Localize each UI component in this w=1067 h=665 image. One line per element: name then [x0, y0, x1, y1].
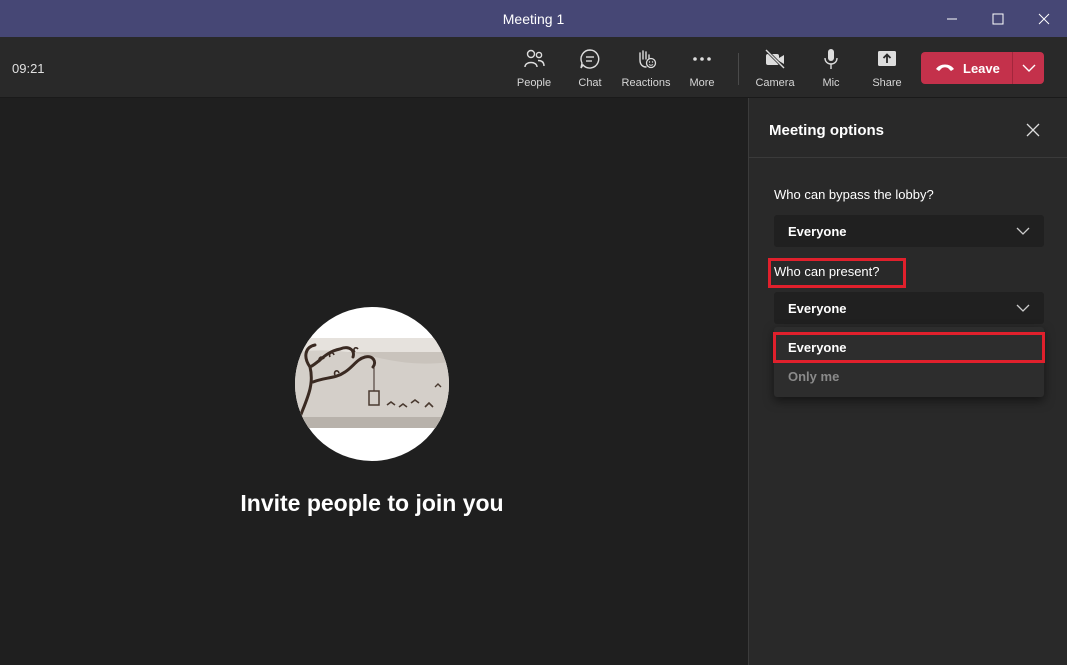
minimize-button[interactable] [929, 0, 975, 37]
meeting-timer: 09:21 [12, 61, 45, 76]
chevron-down-icon [1016, 304, 1030, 312]
leave-label: Leave [963, 60, 1000, 76]
leave-button-group: Leave [921, 52, 1044, 84]
camera-button[interactable]: Camera [747, 47, 803, 91]
window-title: Meeting 1 [502, 10, 565, 27]
reactions-icon [634, 47, 658, 71]
present-select[interactable]: Everyone [774, 292, 1044, 324]
invite-message: Invite people to join you [240, 490, 504, 516]
share-label: Share [872, 77, 902, 89]
people-icon [522, 47, 546, 71]
chat-icon [578, 47, 602, 71]
close-panel-button[interactable] [1023, 120, 1043, 140]
option-only-me[interactable]: Only me [788, 369, 839, 384]
more-button[interactable]: More [674, 47, 730, 91]
leave-options-button[interactable] [1013, 52, 1044, 84]
chat-button[interactable]: Chat [562, 47, 618, 91]
close-icon [1038, 13, 1050, 24]
chat-label: Chat [578, 77, 602, 89]
window-controls [929, 0, 1067, 37]
camera-off-icon [763, 47, 787, 71]
camera-label: Camera [755, 77, 795, 89]
close-icon [1026, 123, 1040, 137]
close-window-button[interactable] [1021, 0, 1067, 37]
maximize-icon [992, 13, 1004, 24]
chevron-down-icon [1016, 227, 1030, 235]
maximize-button[interactable] [975, 0, 1021, 37]
minimize-icon [947, 18, 957, 19]
phone-hangup-icon [936, 64, 954, 71]
mic-label: Mic [822, 77, 840, 89]
chevron-down-icon [1022, 64, 1035, 72]
reactions-button[interactable]: Reactions [618, 47, 674, 91]
panel-title: Meeting options [769, 122, 884, 139]
mic-icon [819, 47, 843, 71]
lobby-label: Who can bypass the lobby? [774, 187, 934, 202]
share-button[interactable]: Share [859, 47, 915, 91]
present-select-value: Everyone [788, 300, 847, 316]
option-everyone-highlight [773, 332, 1045, 363]
meeting-avatar-image [295, 307, 449, 461]
leave-button[interactable]: Leave [921, 52, 1012, 84]
share-icon [875, 47, 899, 71]
mic-button[interactable]: Mic [803, 47, 859, 91]
meeting-options-panel: Meeting options Who can bypass the lobby… [748, 98, 1067, 665]
people-label: People [516, 77, 552, 89]
title-bar: Meeting 1 [0, 0, 1067, 37]
more-icon [690, 47, 714, 71]
meeting-stage: Invite people to join you [0, 98, 748, 665]
meeting-toolbar: 09:21 People Chat Reactions More Camera [0, 37, 1067, 98]
toolbar-divider [738, 53, 739, 85]
present-label-highlight [768, 258, 906, 288]
people-button[interactable]: People [506, 47, 562, 91]
more-label: More [689, 77, 715, 89]
lobby-select[interactable]: Everyone [774, 215, 1044, 247]
panel-header: Meeting options [749, 98, 1067, 158]
lobby-select-value: Everyone [788, 223, 847, 239]
reactions-label: Reactions [621, 77, 671, 89]
